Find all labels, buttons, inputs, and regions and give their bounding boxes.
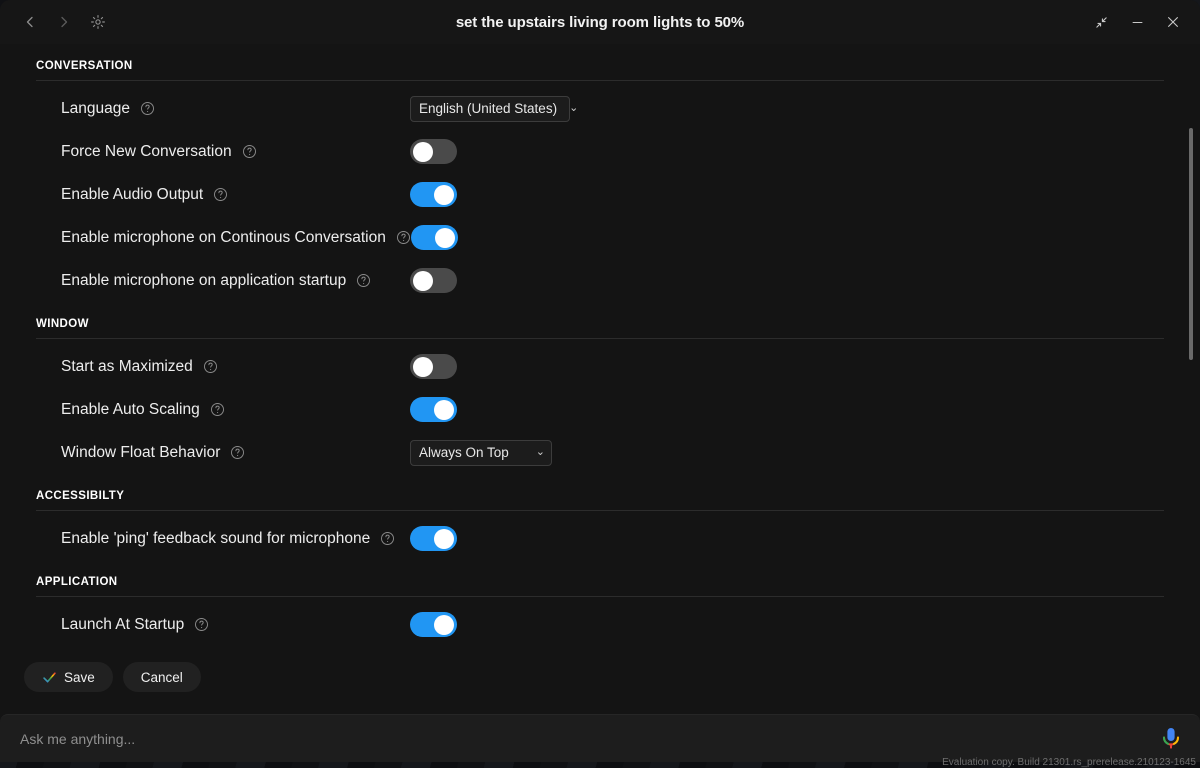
dropdown-value: Always On Top [419, 445, 509, 460]
minimize-icon[interactable] [1120, 7, 1154, 37]
toggle-knob [434, 528, 454, 549]
toggle-switch[interactable] [410, 354, 457, 379]
gear-icon[interactable] [84, 8, 112, 36]
page-title: set the upstairs living room lights to 5… [455, 13, 745, 31]
setting-control [410, 354, 1164, 379]
setting-label: Enable 'ping' feedback sound for microph… [61, 529, 371, 547]
help-icon[interactable] [203, 359, 218, 374]
setting-label: Force New Conversation [61, 142, 232, 160]
help-icon[interactable] [140, 101, 155, 116]
setting-row: Enable microphone on application startup [36, 259, 1164, 302]
setting-label: Launch At Startup [61, 615, 185, 633]
setting-row: Enable 'ping' feedback sound for microph… [36, 517, 1164, 560]
setting-label: Enable microphone on Continous Conversat… [61, 228, 386, 246]
toggle-knob [434, 614, 454, 635]
toggle-knob [413, 270, 433, 291]
section-divider [36, 338, 1164, 339]
setting-row: Window Float Behavior Always On Top ⌄ [36, 431, 1164, 474]
toggle-switch[interactable] [410, 225, 458, 250]
setting-control: Always On Top ⌄ [410, 439, 1164, 466]
setting-label: Window Float Behavior [61, 443, 221, 461]
setting-control [410, 182, 1164, 207]
section-divider [36, 510, 1164, 511]
section-divider [36, 80, 1164, 81]
titlebar-nav-group [0, 8, 112, 36]
setting-control [410, 225, 1164, 250]
setting-row: Force New Conversation [36, 130, 1164, 173]
toggle-switch[interactable] [410, 612, 457, 637]
toggle-knob [434, 184, 454, 205]
setting-control [410, 268, 1164, 293]
help-icon[interactable] [210, 402, 225, 417]
setting-control: English (United States) ⌄ [410, 95, 1164, 122]
setting-label: Enable Audio Output [61, 185, 204, 203]
help-icon[interactable] [356, 273, 371, 288]
toggle-switch[interactable] [410, 397, 457, 422]
settings-scroll-area[interactable]: CONVERSATION Language English (United Stat… [0, 44, 1200, 662]
action-bar: Save Cancel [0, 662, 1200, 714]
setting-row: Language English (United States) ⌄ [36, 87, 1164, 130]
setting-control [410, 139, 1164, 164]
check-icon [43, 671, 56, 682]
section-header: WINDOW [36, 318, 89, 330]
dropdown-select[interactable]: English (United States) ⌄ [410, 95, 578, 122]
toggle-switch[interactable] [410, 182, 457, 207]
title-bar: set the upstairs living room lights to 5… [0, 0, 1200, 44]
help-icon[interactable] [230, 445, 245, 460]
help-icon[interactable] [380, 531, 395, 546]
window-controls [1084, 7, 1200, 37]
settings-list: CONVERSATION Language English (United Stat… [0, 44, 1200, 646]
toggle-knob [413, 141, 433, 162]
dropdown-select[interactable]: Always On Top ⌄ [410, 439, 552, 466]
setting-label: Enable Auto Scaling [61, 400, 200, 418]
settings-window: set the upstairs living room lights to 5… [0, 0, 1200, 762]
setting-row: Start as Maximized [36, 345, 1164, 388]
toggle-switch[interactable] [410, 139, 457, 164]
section-header: ACCESSIBILTY [36, 490, 125, 502]
microphone-icon[interactable] [1156, 722, 1186, 756]
setting-control [410, 526, 1164, 551]
dropdown-value: English (United States) [419, 101, 558, 116]
help-icon[interactable] [396, 230, 411, 245]
chevron-down-icon: ⌄ [535, 446, 545, 458]
help-icon[interactable] [242, 144, 257, 159]
toggle-switch[interactable] [410, 268, 457, 293]
forward-button[interactable] [50, 8, 78, 36]
save-button[interactable]: Save [24, 662, 113, 692]
section-header: CONVERSATION [36, 60, 133, 72]
section-header: APPLICATION [36, 576, 118, 588]
setting-row: Enable microphone on Continous Conversat… [36, 216, 1164, 259]
toggle-knob [434, 399, 454, 420]
cancel-button-label: Cancel [140, 669, 183, 685]
help-icon[interactable] [194, 617, 209, 632]
prompt-bar [0, 714, 1200, 762]
toggle-knob [434, 227, 455, 248]
cancel-button[interactable]: Cancel [122, 662, 201, 692]
setting-control [410, 612, 1164, 637]
setting-label: Enable microphone on application startup [61, 271, 347, 289]
section-divider [36, 596, 1164, 597]
setting-control [410, 397, 1164, 422]
close-icon[interactable] [1156, 7, 1190, 37]
evaluation-watermark: Evaluation copy. Build 21301.rs_prerelea… [942, 757, 1196, 768]
toggle-knob [413, 356, 433, 377]
setting-row: Launch At Startup [36, 603, 1164, 646]
toggle-switch[interactable] [410, 526, 457, 551]
scrollbar-thumb[interactable] [1189, 128, 1193, 360]
ask-input[interactable] [20, 730, 1156, 747]
setting-label: Language [61, 99, 130, 117]
chevron-down-icon: ⌄ [569, 102, 579, 114]
help-icon[interactable] [213, 187, 228, 202]
setting-row: Enable Auto Scaling [36, 388, 1164, 431]
scrollbar-track[interactable] [1188, 48, 1194, 658]
back-button[interactable] [16, 8, 44, 36]
save-button-label: Save [64, 669, 95, 685]
setting-label: Start as Maximized [61, 357, 193, 375]
setting-row: Enable Audio Output [36, 173, 1164, 216]
collapse-arrows-icon[interactable] [1084, 7, 1118, 37]
